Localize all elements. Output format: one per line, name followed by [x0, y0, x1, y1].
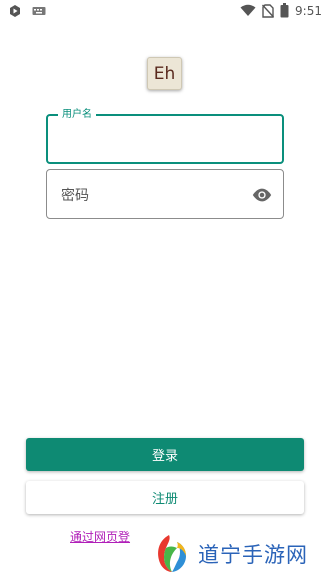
watermark: 道宁手游网 — [144, 528, 330, 580]
username-label: 用户名 — [58, 108, 96, 122]
web-login-link[interactable]: 通过网页登 — [70, 528, 130, 545]
status-bar: 9:51 — [0, 0, 330, 24]
play-protect-icon — [10, 5, 20, 17]
status-time: 9:51 — [295, 3, 322, 18]
login-button[interactable]: 登录 — [26, 438, 304, 471]
watermark-text: 道宁手游网 — [198, 543, 308, 567]
register-button[interactable]: 注册 — [26, 481, 304, 514]
battery-icon — [280, 3, 289, 18]
username-field[interactable]: 用户名 — [46, 108, 284, 164]
app-logo: Eh — [147, 57, 182, 90]
password-placeholder: 密码 — [61, 188, 89, 204]
eye-icon[interactable] — [251, 184, 273, 206]
no-sim-icon — [262, 3, 275, 18]
password-field[interactable]: 密码 — [46, 169, 284, 219]
keyboard-icon — [32, 7, 46, 15]
watermark-logo-icon — [158, 535, 186, 572]
wifi-icon — [240, 4, 256, 16]
